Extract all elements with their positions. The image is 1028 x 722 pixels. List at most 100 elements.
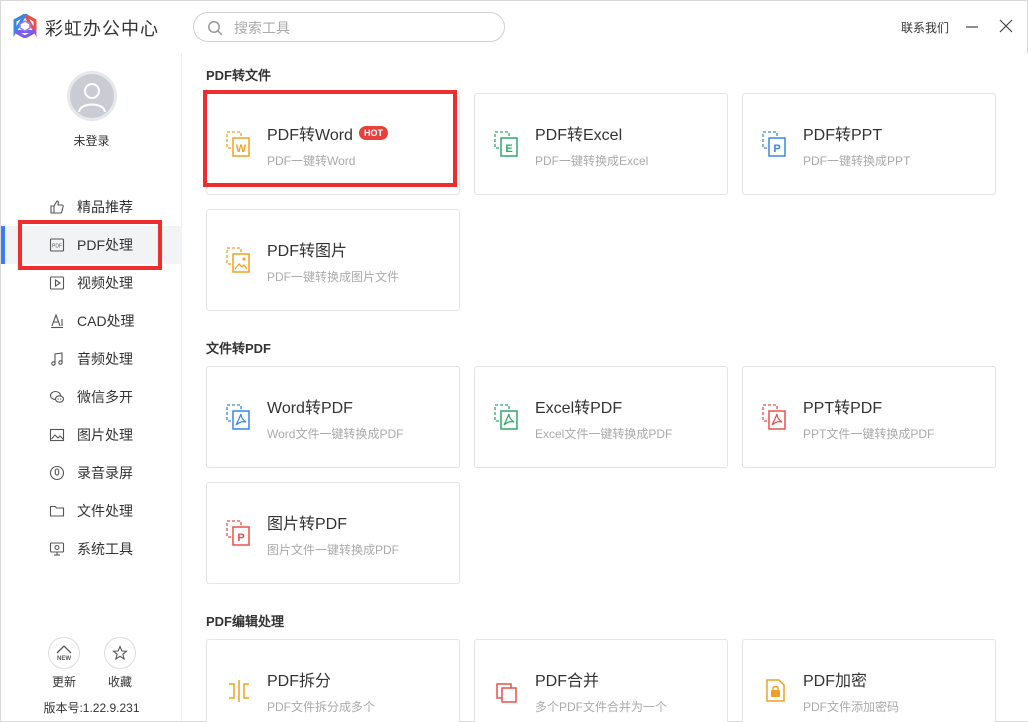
card-title: PDF转Excel bbox=[535, 127, 623, 144]
card-subtitle: PDF一键转换成图片文件 bbox=[267, 270, 400, 284]
update-icon: NEW bbox=[48, 637, 80, 669]
minimize-icon bbox=[966, 26, 978, 28]
card-subtitle: PDF一键转换成Excel bbox=[535, 154, 649, 168]
app-title: 彩虹办公中心 bbox=[45, 19, 159, 39]
svg-text:P: P bbox=[773, 143, 780, 155]
sidebar-item-wechat[interactable]: 微信多开 bbox=[1, 378, 182, 416]
minimize-button[interactable] bbox=[961, 15, 983, 37]
cad-icon bbox=[49, 313, 65, 329]
card-title: PDF加密 bbox=[803, 673, 868, 690]
svg-text:P: P bbox=[237, 532, 244, 544]
search-icon bbox=[208, 21, 223, 36]
sidebar-item-label: 精品推荐 bbox=[77, 199, 133, 215]
sidebar: 未登录 精品推荐 PDF PDF处理 视频处理 CAD处理 音频处理 微信多开 … bbox=[1, 53, 182, 721]
pdf-to-ppt-icon: P bbox=[762, 131, 786, 157]
svg-text:PDF: PDF bbox=[52, 244, 62, 250]
version-label: 版本号:1.22.9.231 bbox=[43, 701, 140, 715]
sidebar-item-label: 系统工具 bbox=[77, 541, 133, 557]
rainbow-logo-icon bbox=[13, 14, 37, 38]
user-icon bbox=[78, 83, 106, 113]
sidebar-item-record[interactable]: 录音录屏 bbox=[1, 454, 182, 492]
card-pdf-encrypt[interactable]: PDF加密 PDF文件添加密码 bbox=[742, 639, 996, 722]
sidebar-item-label: 视频处理 bbox=[77, 275, 133, 291]
image-icon bbox=[49, 427, 65, 443]
sidebar-item-system[interactable]: 系统工具 bbox=[1, 530, 182, 568]
login-status[interactable]: 未登录 bbox=[1, 132, 182, 149]
sidebar-item-label: 图片处理 bbox=[77, 427, 133, 443]
split-icon bbox=[229, 680, 249, 702]
sidebar-item-label: 微信多开 bbox=[77, 389, 133, 405]
update-label: 更新 bbox=[51, 675, 76, 689]
pdf-icon: PDF bbox=[49, 237, 65, 253]
card-title: PDF转Word bbox=[267, 127, 353, 144]
folder-icon bbox=[49, 503, 65, 519]
sidebar-item-pdf[interactable]: PDF PDF处理 bbox=[1, 226, 182, 264]
pdf-to-image-icon bbox=[226, 247, 250, 273]
favorite-button[interactable]: 收藏 bbox=[102, 637, 138, 690]
hot-badge: HOT bbox=[358, 126, 388, 140]
card-pdf-split[interactable]: PDF拆分 PDF文件拆分成多个 bbox=[206, 639, 460, 722]
sidebar-item-label: CAD处理 bbox=[77, 313, 135, 329]
card-pdf-to-ppt[interactable]: P PDF转PPT PDF一键转换成PPT bbox=[742, 93, 996, 195]
word-to-pdf-icon bbox=[226, 404, 250, 430]
thumbs-up-icon bbox=[49, 199, 65, 215]
card-subtitle: PDF一键转Word bbox=[267, 154, 356, 168]
card-subtitle: Word文件一键转换成PDF bbox=[267, 427, 404, 441]
sidebar-item-video[interactable]: 视频处理 bbox=[1, 264, 182, 302]
video-icon bbox=[49, 275, 65, 291]
card-subtitle: PDF一键转换成PPT bbox=[803, 154, 911, 168]
card-title: PDF转PPT bbox=[803, 127, 883, 144]
app-window: 彩虹办公中心 联系我们 未登录 bbox=[0, 0, 1028, 722]
sidebar-item-audio[interactable]: 音频处理 bbox=[1, 340, 182, 378]
card-title: PDF转图片 bbox=[267, 243, 348, 260]
svg-text:E: E bbox=[505, 143, 512, 155]
card-image-to-pdf[interactable]: P 图片转PDF 图片文件一键转换成PDF bbox=[206, 482, 460, 584]
card-subtitle: PDF文件添加密码 bbox=[803, 700, 900, 714]
card-pdf-to-word[interactable]: W PDF转Word HOT PDF一键转Word bbox=[206, 93, 460, 195]
close-button[interactable] bbox=[995, 15, 1017, 37]
close-icon bbox=[999, 19, 1013, 33]
sidebar-item-recommended[interactable]: 精品推荐 bbox=[1, 188, 182, 226]
star-icon bbox=[104, 637, 136, 669]
sidebar-item-label: 文件处理 bbox=[77, 503, 133, 519]
wechat-icon bbox=[49, 389, 65, 405]
scrollbar-track[interactable] bbox=[1017, 53, 1028, 721]
sidebar-item-label: PDF处理 bbox=[77, 237, 133, 253]
sidebar-item-file[interactable]: 文件处理 bbox=[1, 492, 182, 530]
svg-text:W: W bbox=[236, 143, 247, 155]
contact-us-link[interactable]: 联系我们 bbox=[901, 19, 949, 36]
card-subtitle: 图片文件一键转换成PDF bbox=[267, 543, 400, 557]
card-ppt-to-pdf[interactable]: PPT转PDF PPT文件一键转换成PDF bbox=[742, 366, 996, 468]
excel-to-pdf-icon bbox=[494, 404, 518, 430]
card-word-to-pdf[interactable]: Word转PDF Word文件一键转换成PDF bbox=[206, 366, 460, 468]
sidebar-item-image[interactable]: 图片处理 bbox=[1, 416, 182, 454]
update-button[interactable]: NEW 更新 bbox=[46, 637, 82, 690]
ppt-to-pdf-icon bbox=[762, 404, 786, 430]
title-bar: 彩虹办公中心 联系我们 bbox=[1, 1, 1027, 53]
record-icon bbox=[49, 465, 65, 481]
music-icon bbox=[49, 351, 65, 367]
merge-icon bbox=[496, 683, 517, 703]
card-subtitle: PDF文件拆分成多个 bbox=[267, 700, 376, 714]
card-title: 图片转PDF bbox=[267, 516, 348, 533]
card-subtitle: Excel文件一键转换成PDF bbox=[535, 427, 673, 441]
card-title: Excel转PDF bbox=[535, 400, 623, 417]
main-content: PDF转文件 W PDF转Word HOT PDF一键转Word E PDF转Ex… bbox=[183, 53, 1028, 722]
search-box[interactable] bbox=[193, 12, 505, 42]
avatar[interactable] bbox=[67, 71, 117, 121]
card-title: PDF合并 bbox=[535, 673, 600, 690]
card-pdf-to-image[interactable]: PDF转图片 PDF一键转换成图片文件 bbox=[206, 209, 460, 311]
pdf-to-excel-icon: E bbox=[494, 131, 518, 157]
card-title: Word转PDF bbox=[267, 400, 353, 417]
card-subtitle: PPT文件一键转换成PDF bbox=[803, 427, 935, 441]
sidebar-item-cad[interactable]: CAD处理 bbox=[1, 302, 182, 340]
update-badge: NEW bbox=[57, 656, 71, 662]
pdf-to-word-icon: W bbox=[226, 131, 250, 157]
section-title: PDF转文件 bbox=[206, 68, 272, 83]
sidebar-item-label: 音频处理 bbox=[77, 351, 133, 367]
system-icon bbox=[49, 541, 65, 557]
card-pdf-merge[interactable]: PDF合并 多个PDF文件合并为一个 bbox=[474, 639, 728, 722]
search-input[interactable] bbox=[234, 18, 484, 38]
card-excel-to-pdf[interactable]: Excel转PDF Excel文件一键转换成PDF bbox=[474, 366, 728, 468]
card-pdf-to-excel[interactable]: E PDF转Excel PDF一键转换成Excel bbox=[474, 93, 728, 195]
